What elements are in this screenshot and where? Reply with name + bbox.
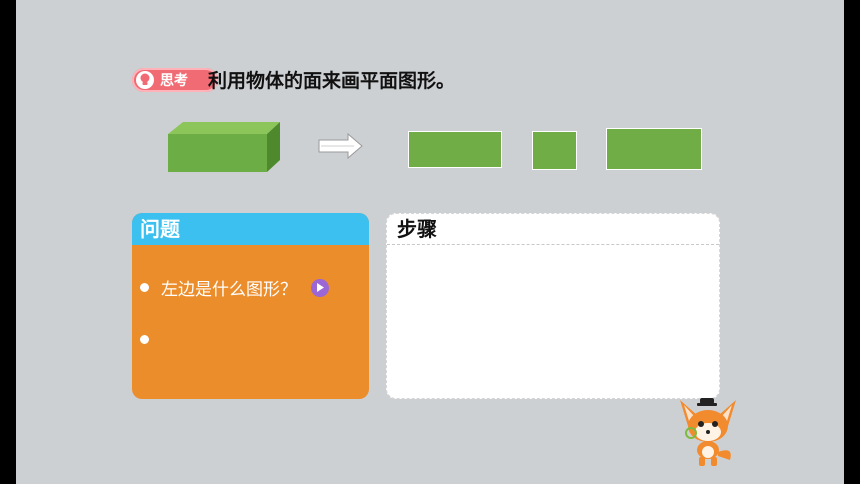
question-item xyxy=(140,335,161,344)
cuboid-solid xyxy=(168,122,280,172)
think-badge-label: 思考 xyxy=(160,73,188,89)
steps-panel-title: 步骤 xyxy=(387,214,719,245)
questions-panel: 问题 左边是什么图形？ xyxy=(132,213,369,399)
bullet-icon xyxy=(140,335,149,344)
fox-mascot-icon xyxy=(680,398,736,466)
play-icon xyxy=(317,283,324,292)
questions-panel-title: 问题 xyxy=(132,213,369,245)
rectangle-face-2 xyxy=(532,131,577,170)
page-title: 利用物体的面来画平面图形。 xyxy=(208,70,456,92)
slide-canvas: 思考 利用物体的面来画平面图形。 问题 左边是什么图形？ 步骤 xyxy=(16,0,844,484)
question-item: 左边是什么图形？ xyxy=(140,275,329,300)
lightbulb-icon xyxy=(136,71,154,89)
bullet-icon xyxy=(140,283,149,292)
right-arrow-icon xyxy=(318,132,363,160)
question-text: 左边是什么图形？ xyxy=(161,280,297,300)
rectangle-face-3 xyxy=(606,128,702,170)
think-badge: 思考 xyxy=(132,68,218,92)
steps-panel: 步骤 xyxy=(386,213,720,399)
rectangle-face-1 xyxy=(408,131,502,168)
play-button[interactable] xyxy=(311,278,329,297)
